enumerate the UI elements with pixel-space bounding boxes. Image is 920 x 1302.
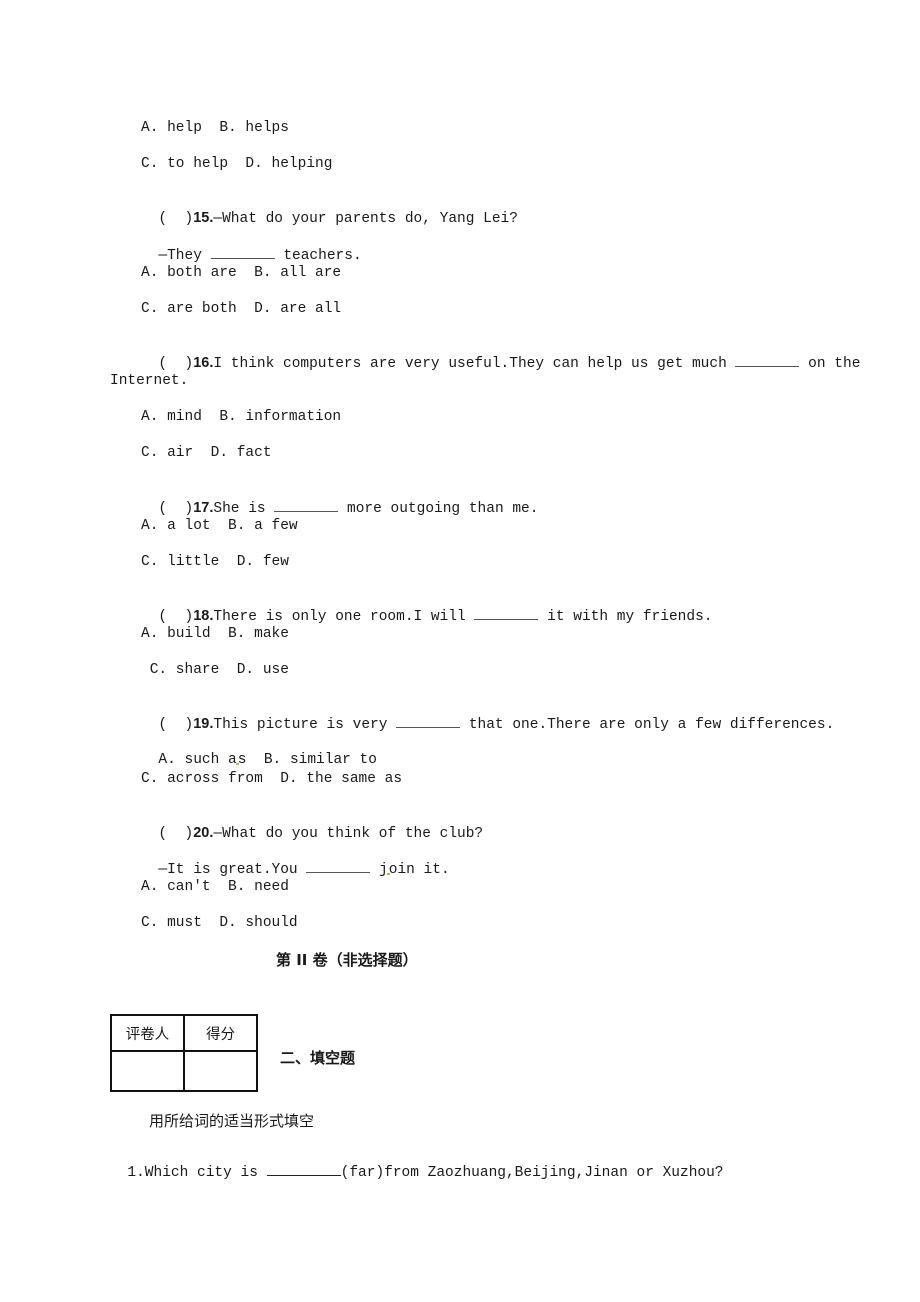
question-15-options-ab: A. both are B. all are <box>141 265 342 281</box>
question-number: 20. <box>193 825 214 841</box>
answer-bracket[interactable]: ( ) <box>158 609 193 625</box>
answer-blank[interactable] <box>306 860 371 873</box>
score-header: 得分 <box>183 1014 258 1052</box>
section-heading: 二、填空题 <box>280 1049 356 1067</box>
stem-text: more outgoing than me. <box>338 501 539 517</box>
answer-blank[interactable] <box>396 715 461 728</box>
question-17-options-cd: C. little D. few <box>141 554 289 570</box>
score-cell[interactable] <box>183 1050 258 1092</box>
question-17-options-ab: A. a lot B. a few <box>141 518 298 534</box>
question-16-stem: ( )16.I think computers are very useful.… <box>141 336 860 373</box>
question-number: 16. <box>193 355 214 371</box>
answer-blank[interactable] <box>266 1163 341 1176</box>
stem-text: —They <box>158 248 211 264</box>
question-20-options-ab: A. can't B. need <box>141 879 289 895</box>
question-15-line2: —They teachers. <box>141 228 362 265</box>
answer-bracket[interactable]: ( ) <box>158 211 193 227</box>
stem-text: oin it. <box>388 862 450 878</box>
grader-cell[interactable] <box>110 1050 185 1092</box>
question-19-stem: ( )19.This picture is very that one.Ther… <box>141 697 834 734</box>
stem-text: that one.There are only a few difference… <box>460 717 835 733</box>
instruction-text: 用所给词的适当形式填空 <box>149 1112 315 1130</box>
answer-bracket[interactable]: ( ) <box>158 501 193 517</box>
question-17-stem: ( )17.She is more outgoing than me. <box>141 481 538 518</box>
question-15-stem: ( )15.—What do your parents do, Yang Lei… <box>141 191 518 228</box>
question-15-options-cd: C. are both D. are all <box>141 301 342 317</box>
question-16-continuation: Internet. <box>110 373 189 389</box>
question-18-options-ab: A. build B. make <box>141 626 289 642</box>
stem-text: —It is great.You <box>158 862 307 878</box>
stem-text: on the <box>799 356 861 372</box>
answer-blank[interactable] <box>274 499 339 512</box>
grader-header: 评卷人 <box>110 1014 185 1052</box>
q14-options-ab: A. help B. helps <box>141 120 289 136</box>
question-19-options-cd: C. across from D. the same as <box>141 771 403 787</box>
stem-text: it with my friends. <box>538 609 713 625</box>
question-18-options-cd: C. share D. use <box>141 662 289 678</box>
option-text: s B. similar to <box>237 752 377 768</box>
question-16-options-ab: A. mind B. information <box>141 409 342 425</box>
answer-bracket[interactable]: ( ) <box>158 717 193 733</box>
option-text: A. such a <box>158 752 237 768</box>
stem-text: I think computers are very useful.They c… <box>213 356 736 372</box>
answer-blank[interactable] <box>210 246 275 259</box>
question-number: 17. <box>193 500 214 516</box>
answer-blank[interactable] <box>474 607 539 620</box>
answer-blank[interactable] <box>735 354 800 367</box>
question-number: 19. <box>193 716 214 732</box>
stem-text: This picture is very <box>213 717 397 733</box>
stem-text: —What do your parents do, Yang Lei? <box>213 211 518 227</box>
question-16-options-cd: C. air D. fact <box>141 445 272 461</box>
stem-text: (far)from Zaozhuang,Beijing,Jinan or Xuz… <box>340 1165 724 1181</box>
fill-question-1: 1.Which city is (far)from Zaozhuang,Beij… <box>110 1145 724 1182</box>
question-number: 18. <box>193 608 214 624</box>
stem-text: j <box>370 862 388 878</box>
score-table: 评卷人 得分 <box>110 1014 258 1092</box>
question-20-line2: —It is great.You join it. <box>141 842 450 879</box>
question-19-options-ab: A. such as B. similar to <box>141 733 377 769</box>
q14-options-cd: C. to help D. helping <box>141 156 333 172</box>
stem-text: 1.Which city is <box>127 1165 267 1181</box>
stem-text: —What do you think of the club? <box>213 826 484 842</box>
question-18-stem: ( )18.There is only one room.I will it w… <box>141 589 712 626</box>
answer-bracket[interactable]: ( ) <box>158 356 193 372</box>
question-20-options-cd: C. must D. should <box>141 915 298 931</box>
stem-text: There is only one room.I will <box>213 609 475 625</box>
question-number: 15. <box>193 210 214 226</box>
part-two-title: 第 II 卷（非选择题） <box>276 951 418 969</box>
stem-text: She is <box>213 501 275 517</box>
stem-text: teachers. <box>274 248 362 264</box>
question-20-stem: ( )20.—What do you think of the club? <box>141 806 483 843</box>
answer-bracket[interactable]: ( ) <box>158 826 193 842</box>
